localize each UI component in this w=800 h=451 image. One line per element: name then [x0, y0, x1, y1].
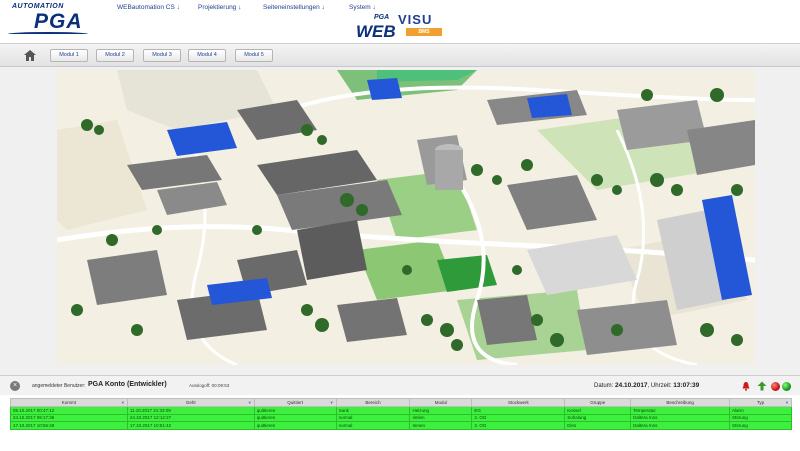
cell-kommt: 24.10.2017 09:17:36: [10, 413, 128, 422]
alarm-row[interactable]: 24.10.2017 09:17:36 24.10.2017 12:12:27 …: [10, 413, 792, 422]
menu-seiteneinstellungen[interactable]: Seiteneinstellungen ↓: [263, 4, 325, 11]
col-typ[interactable]: Typ ▼: [729, 398, 792, 407]
module-1-button[interactable]: Modul 1: [50, 49, 88, 62]
cell-gruppe: Sohalung: [564, 413, 632, 422]
cell-bereich: Sank: [335, 406, 411, 415]
col-geht-label: Geht: [185, 400, 196, 405]
cell-bereich: normal: [335, 421, 411, 430]
col-gruppe[interactable]: Gruppe: [564, 398, 632, 407]
col-quittiert-label: Quittiert: [287, 400, 304, 405]
bell-icon[interactable]: [741, 381, 751, 391]
webvisu-web: WEB: [356, 22, 396, 41]
webvisu-visu: VISU: [398, 12, 433, 27]
module-navbar: Modul 1 Modul 2 Modul 3 Modul 4 Modul 5: [0, 43, 800, 67]
col-beschreibung[interactable]: Beschreibung: [630, 398, 731, 407]
col-stockwerk[interactable]: Stockwerk: [471, 398, 566, 407]
status-bar: × angemeldeter Benutzer: PGA Konto (Entw…: [0, 375, 800, 395]
cell-gruppe: Dins: [564, 421, 632, 430]
cell-geht: 17.10.2017 10:51:42: [126, 421, 255, 430]
user-label: angemeldeter Benutzer:: [32, 383, 86, 389]
webvisu-pga: PGA: [374, 14, 390, 21]
cell-stockwerk: 2. OG: [471, 413, 566, 422]
cell-beschreibung: Daltera Inns: [630, 413, 731, 422]
logo-title: PGA: [34, 10, 83, 33]
module-4-button[interactable]: Modul 4: [188, 49, 226, 62]
cell-beschreibung: Temperatur: [630, 406, 731, 415]
col-kommt[interactable]: Kommt ▼: [10, 398, 128, 407]
cell-typ: Störung: [729, 413, 792, 422]
col-bereich[interactable]: Bereich: [335, 398, 411, 407]
col-gruppe-label: Gruppe: [590, 400, 606, 405]
cell-quittiert[interactable]: quittieren: [253, 406, 337, 415]
cell-stockwerk: EG: [471, 406, 566, 415]
cell-modul: Inmen: [409, 421, 473, 430]
webvisu-logo: PGA VISU WEB BMS: [356, 12, 446, 42]
cell-typ: Störung: [729, 421, 792, 430]
module-2-button[interactable]: Modul 2: [96, 49, 134, 62]
col-kommt-label: Kommt: [61, 400, 77, 405]
cell-modul: Iimlen: [409, 413, 473, 422]
cell-modul: Heizung: [409, 406, 473, 415]
cell-stockwerk: 2. OG: [471, 421, 566, 430]
cell-geht: 24.10.2017 12:12:27: [126, 413, 255, 422]
menu-system[interactable]: System ↓: [349, 4, 376, 11]
module-3-button[interactable]: Modul 3: [143, 49, 181, 62]
time-value: 13:07:39: [673, 382, 700, 389]
arrow-up-icon[interactable]: [757, 381, 767, 391]
date-value: 24.10.2017: [615, 382, 648, 389]
webvisu-bms: BMS: [406, 28, 442, 36]
led-red-icon: [771, 382, 780, 391]
datetime: Datum: 24.10.2017, Uhrzeit: 13:07:39: [594, 382, 699, 389]
module-5-button[interactable]: Modul 5: [235, 49, 273, 62]
logo-swoosh: [8, 32, 88, 36]
col-quittiert[interactable]: Quittiert ▼: [253, 398, 337, 407]
cell-quittiert[interactable]: quittieren: [253, 413, 337, 422]
menu-projektierung[interactable]: Projektierung ↓: [198, 4, 241, 11]
sort-icon[interactable]: ▼: [121, 400, 125, 405]
home-icon[interactable]: [24, 50, 36, 61]
app-header: AUTOMATION PGA WEBautomation CS ↓ Projek…: [0, 0, 800, 42]
alarm-row[interactable]: 17.10.2017 10:55:49 17.10.2017 10:51:42 …: [10, 421, 792, 430]
cell-beschreibung: Daltera Inns: [630, 421, 731, 430]
col-beschreibung-label: Beschreibung: [666, 400, 694, 405]
col-geht[interactable]: Geht ▼: [126, 398, 255, 407]
cell-kommt: 17.10.2017 10:55:49: [10, 421, 128, 430]
cell-typ: Alarm: [729, 406, 792, 415]
date-label: Datum:: [594, 383, 614, 389]
alarm-row[interactable]: 05.10.2017 00:47:12 11.10.2017 21:33:09 …: [10, 406, 792, 415]
col-typ-label: Typ: [756, 400, 765, 405]
led-green-icon: [782, 382, 791, 391]
col-modul-label: Modul: [434, 400, 448, 405]
time-label: Uhrzeit:: [650, 383, 672, 389]
campus-map-illustration: [57, 70, 755, 365]
logo-subtitle: AUTOMATION: [12, 3, 64, 10]
cell-geht: 11.10.2017 21:33:09: [126, 406, 255, 415]
sort-icon[interactable]: ▼: [248, 400, 252, 405]
cell-gruppe: Kessel: [564, 406, 632, 415]
alarm-table-header: Kommt ▼ Geht ▼ Quittiert ▼ Bereich Modul St…: [10, 398, 792, 407]
close-icon[interactable]: ×: [10, 381, 20, 391]
sort-icon[interactable]: ▼: [330, 400, 334, 405]
sort-icon[interactable]: ▼: [785, 400, 789, 405]
alarm-table: Kommt ▼ Geht ▼ Quittiert ▼ Bereich Modul St…: [10, 398, 792, 430]
autologoff-timer: Autologoff: 00:09:53: [189, 383, 230, 388]
user-name: PGA Konto (Entwickler): [88, 381, 167, 388]
col-modul[interactable]: Modul: [409, 398, 473, 407]
cell-kommt: 05.10.2017 00:47:12: [10, 406, 128, 415]
map-frame: [0, 67, 800, 375]
cell-bereich: normal: [335, 413, 411, 422]
col-bereich-label: Bereich: [365, 400, 381, 405]
campus-map[interactable]: [57, 70, 755, 365]
menu-webautomation[interactable]: WEBautomation CS ↓: [117, 4, 180, 11]
cell-quittiert[interactable]: quittieren: [253, 421, 337, 430]
col-stockwerk-label: Stockwerk: [507, 400, 529, 405]
pga-logo: AUTOMATION PGA: [8, 2, 98, 38]
